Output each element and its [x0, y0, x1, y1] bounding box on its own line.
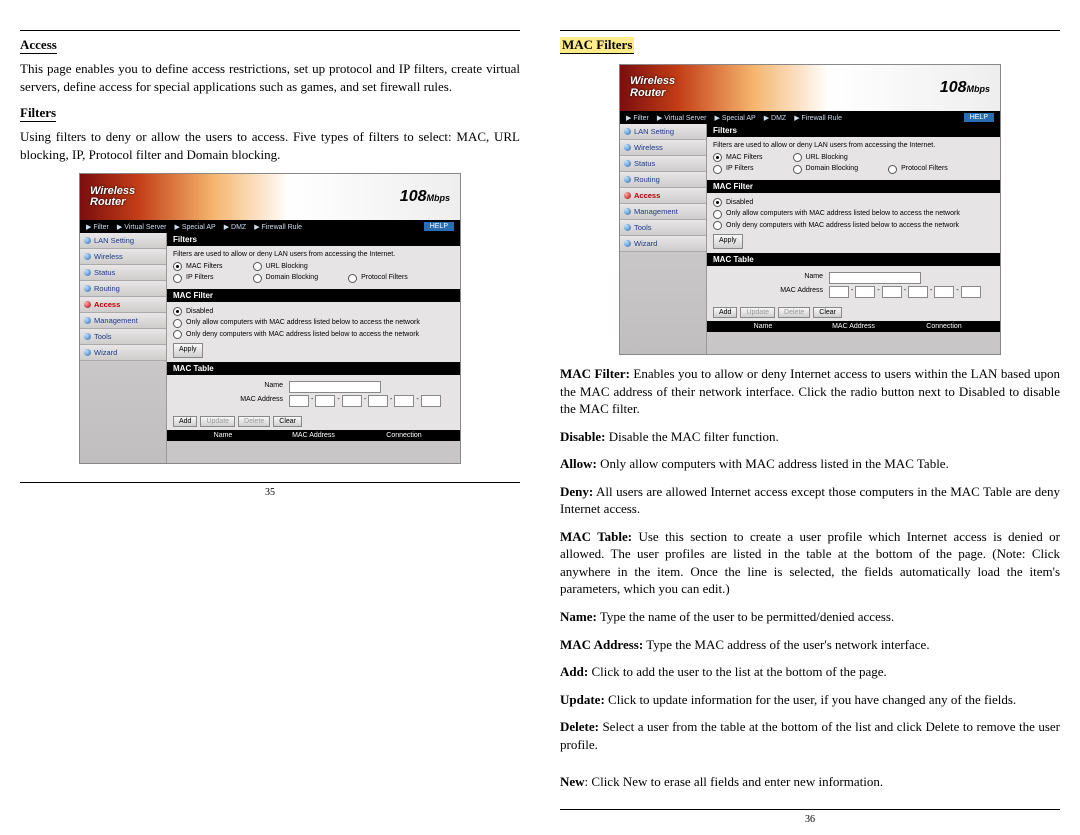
sidebar-item-lan[interactable]: LAN Setting — [80, 233, 166, 249]
sidebar-item-access[interactable]: Access — [80, 297, 166, 313]
macfilter-desc: MAC Filter: Enables you to allow or deny… — [560, 365, 1060, 418]
radio-disabled[interactable] — [173, 307, 182, 316]
mactable-desc: MAC Table: Use this section to create a … — [560, 528, 1060, 598]
update-button[interactable]: Update — [200, 416, 235, 427]
mac-input[interactable]: ----- — [289, 395, 441, 407]
page-number-left: 35 — [20, 487, 520, 498]
left-page: Access This page enables you to define a… — [20, 30, 520, 825]
add-desc: Add: Click to add the user to the list a… — [560, 663, 1060, 681]
sidebar-item-wizard[interactable]: Wizard — [620, 236, 706, 252]
add-button[interactable]: Add — [173, 416, 197, 427]
heading-filters: Filters — [20, 105, 56, 122]
filters-note: Filters are used to allow or deny LAN us… — [173, 250, 454, 261]
radio-ip[interactable] — [173, 274, 182, 283]
router-nav[interactable]: ▶ Filter▶ Virtual Server▶ Special AP▶ DM… — [626, 114, 850, 122]
heading-macfilters: MAC Filters — [560, 37, 634, 54]
sidebar-item-routing[interactable]: Routing — [620, 172, 706, 188]
radio-deny[interactable] — [173, 330, 182, 339]
router-screenshot-left: WirelessRouter 108Mbps ▶ Filter▶ Virtual… — [79, 173, 461, 464]
clear-button[interactable]: Clear — [273, 416, 302, 427]
sidebar-item-access[interactable]: Access — [620, 188, 706, 204]
sidebar-item-status[interactable]: Status — [80, 265, 166, 281]
help-button[interactable]: HELP — [424, 222, 454, 231]
access-body: This page enables you to define access r… — [20, 60, 520, 95]
sidebar-item-status[interactable]: Status — [620, 156, 706, 172]
name-desc: Name: Type the name of the user to be pe… — [560, 608, 1060, 626]
name-input[interactable] — [289, 381, 381, 393]
delete-desc: Delete: Select a user from the table at … — [560, 718, 1060, 753]
router-screenshot-right: WirelessRouter 108Mbps ▶ Filter▶ Virtual… — [619, 64, 1001, 355]
delete-button[interactable]: Delete — [238, 416, 270, 427]
filters-panel-head: Filters — [167, 233, 460, 246]
allow-desc: Allow: Only allow computers with MAC add… — [560, 455, 1060, 473]
radio-url[interactable] — [253, 262, 262, 271]
sidebar-item-wireless[interactable]: Wireless — [620, 140, 706, 156]
sidebar-item-tools[interactable]: Tools — [620, 220, 706, 236]
page-number-right: 36 — [560, 814, 1060, 825]
radio-proto[interactable] — [348, 274, 357, 283]
deny-desc: Deny: All users are allowed Internet acc… — [560, 483, 1060, 518]
mac-table-header: Name MAC Address Connection — [167, 430, 460, 441]
help-button[interactable]: HELP — [964, 113, 994, 122]
filters-body: Using filters to deny or allow the users… — [20, 128, 520, 163]
radio-domain[interactable] — [253, 274, 262, 283]
mactable-panel-head: MAC Table — [167, 362, 460, 375]
radio-mac[interactable] — [173, 262, 182, 271]
new-desc: New: Click New to erase all fields and e… — [560, 773, 1060, 791]
right-page: MAC Filters WirelessRouter 108Mbps ▶ Fil… — [560, 30, 1060, 825]
sidebar-item-lan[interactable]: LAN Setting — [620, 124, 706, 140]
sidebar-item-management[interactable]: Management — [80, 313, 166, 329]
router-nav[interactable]: ▶ Filter▶ Virtual Server▶ Special AP▶ DM… — [86, 223, 310, 231]
router-sidebar: LAN Setting Wireless Status Routing Acce… — [80, 233, 167, 463]
sidebar-item-wizard[interactable]: Wizard — [80, 345, 166, 361]
radio-allow[interactable] — [173, 319, 182, 328]
sidebar-item-tools[interactable]: Tools — [80, 329, 166, 345]
apply-button[interactable]: Apply — [173, 343, 203, 358]
macfilter-panel-head: MAC Filter — [167, 289, 460, 302]
update-desc: Update: Click to update information for … — [560, 691, 1060, 709]
sidebar-item-routing[interactable]: Routing — [80, 281, 166, 297]
sidebar-item-management[interactable]: Management — [620, 204, 706, 220]
heading-access: Access — [20, 37, 57, 54]
sidebar-item-wireless[interactable]: Wireless — [80, 249, 166, 265]
macaddr-desc: MAC Address: Type the MAC address of the… — [560, 636, 1060, 654]
disable-desc: Disable: Disable the MAC filter function… — [560, 428, 1060, 446]
